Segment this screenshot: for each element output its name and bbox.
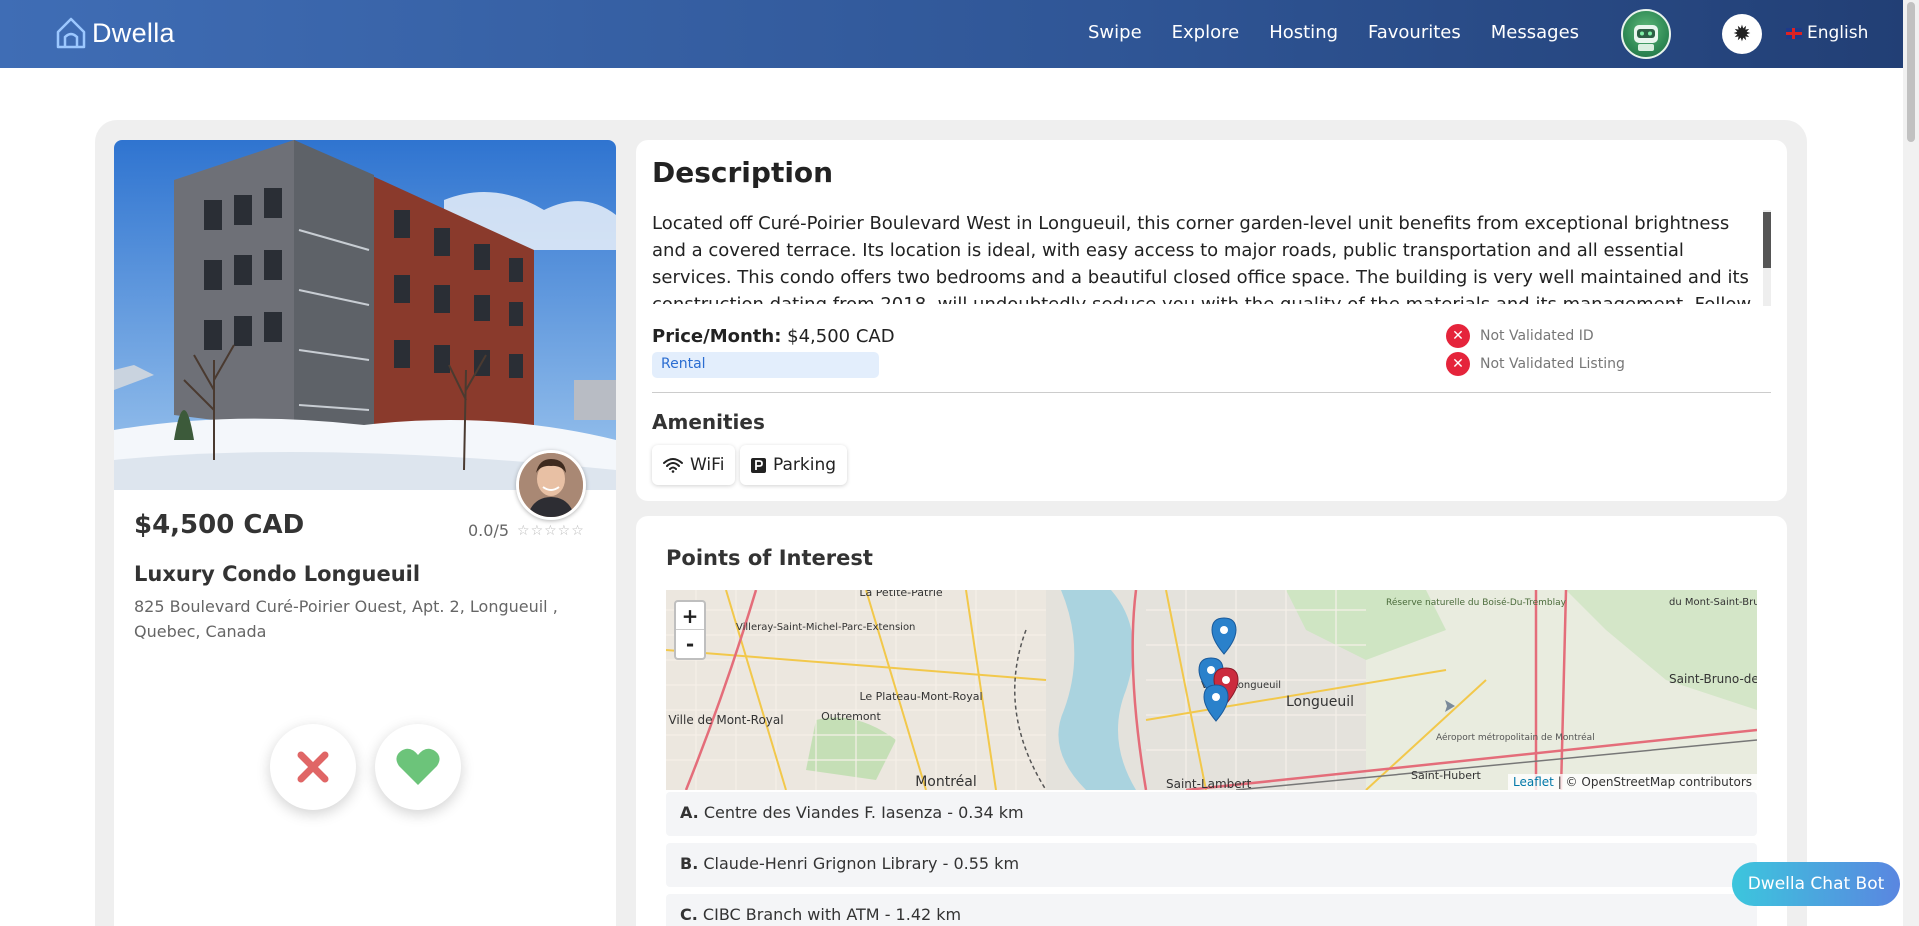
listing-status-label: Not Validated Listing bbox=[1480, 356, 1625, 372]
listing-validation-status: ✕ Not Validated Listing bbox=[1446, 352, 1625, 376]
listing-title: Luxury Condo Longueuil bbox=[134, 562, 421, 586]
rating-value: 0.0/5 bbox=[468, 521, 510, 540]
map-label: Le Plateau-Mont-Royal bbox=[859, 690, 982, 703]
amenity-label: WiFi bbox=[690, 455, 725, 475]
map-label: Longueuil bbox=[1286, 694, 1354, 710]
amenity-wifi: WiFi bbox=[652, 445, 736, 485]
poi-list-item: A. Centre des Viandes F. Iasenza - 0.34 … bbox=[666, 792, 1757, 836]
description-card: Description Located off Curé-Poirier Bou… bbox=[636, 140, 1787, 501]
chat-bot-button[interactable]: Dwella Chat Bot bbox=[1732, 862, 1900, 906]
wifi-icon bbox=[663, 458, 683, 473]
map-label: Montréal bbox=[915, 774, 977, 790]
heart-icon bbox=[396, 748, 440, 785]
amenity-label: Parking bbox=[773, 455, 837, 475]
description-text: Located off Curé-Poirier Boulevard West … bbox=[652, 213, 1751, 304]
id-status-label: Not Validated ID bbox=[1480, 328, 1594, 344]
amenity-parking: Parking bbox=[740, 445, 848, 485]
poi-letter: B. bbox=[680, 854, 699, 873]
map-label: Saint-Hubert bbox=[1411, 769, 1482, 782]
map-label: Outremont bbox=[821, 710, 881, 723]
house-icon bbox=[56, 17, 86, 49]
error-x-icon: ✕ bbox=[1446, 352, 1470, 376]
uk-flag-icon bbox=[1786, 27, 1802, 39]
poi-letter: A. bbox=[680, 803, 699, 822]
poi-list-item: B. Claude-Henri Grignon Library - 0.55 k… bbox=[666, 843, 1757, 887]
page-scrollbar[interactable] bbox=[1903, 0, 1919, 926]
dwella-logo[interactable]: Dwella bbox=[54, 16, 175, 50]
points-of-interest-card: Points of Interest La Petite-Patrie Vill… bbox=[636, 516, 1787, 926]
listing-price: $4,500 CAD bbox=[134, 510, 305, 540]
rating-stars: ☆☆☆☆☆ bbox=[517, 522, 585, 539]
user-avatar[interactable] bbox=[1621, 9, 1671, 59]
nav-explore[interactable]: Explore bbox=[1172, 22, 1240, 43]
zoom-out-button[interactable]: - bbox=[676, 630, 704, 658]
price-month-value: $4,500 CAD bbox=[787, 326, 895, 347]
listing-rating: 0.0/5 ☆☆☆☆☆ bbox=[468, 521, 585, 540]
poi-map[interactable]: La Petite-Patrie Villeray-Saint-Michel-P… bbox=[666, 590, 1757, 790]
host-avatar[interactable] bbox=[516, 450, 586, 520]
osm-attribution: | © OpenStreetMap contributors bbox=[1557, 775, 1752, 789]
poi-heading: Points of Interest bbox=[666, 546, 873, 570]
map-label: Ville de Mont-Royal bbox=[668, 713, 783, 727]
poi-text: Centre des Viandes F. Iasenza - 0.34 km bbox=[703, 803, 1024, 822]
close-icon bbox=[297, 751, 329, 783]
error-x-icon: ✕ bbox=[1446, 324, 1470, 348]
amenities-heading: Amenities bbox=[652, 410, 765, 434]
nav-swipe[interactable]: Swipe bbox=[1088, 22, 1142, 43]
listing-photo bbox=[114, 140, 616, 490]
description-scrollbar[interactable] bbox=[1763, 210, 1771, 306]
top-navbar: Dwella Swipe Explore Hosting Favourites … bbox=[0, 0, 1903, 68]
description-heading: Description bbox=[652, 156, 834, 189]
poi-text: CIBC Branch with ATM - 1.42 km bbox=[702, 905, 962, 924]
map-label: La Petite-Patrie bbox=[859, 590, 943, 599]
sun-icon: ✹ bbox=[1732, 21, 1752, 47]
robot-avatar-icon bbox=[1634, 25, 1658, 51]
nav-messages[interactable]: Messages bbox=[1491, 22, 1579, 43]
divider bbox=[652, 392, 1771, 393]
map-attribution: Leaflet | © OpenStreetMap contributors bbox=[1508, 774, 1757, 790]
parking-icon bbox=[751, 457, 766, 473]
language-selector[interactable]: English bbox=[1786, 23, 1868, 43]
reject-button[interactable] bbox=[270, 724, 356, 810]
map-label: du Mont-Saint-Bruno bbox=[1669, 597, 1757, 608]
map-label: Saint-Lambert bbox=[1166, 777, 1252, 790]
main-nav: Swipe Explore Hosting Favourites Message… bbox=[1088, 22, 1579, 43]
map-label: Aéroport métropolitain de Montréal bbox=[1436, 732, 1595, 743]
map-label: Réserve naturelle du Boisé-Du-Tremblay bbox=[1386, 597, 1567, 608]
poi-letter: C. bbox=[680, 905, 698, 924]
nav-favourites[interactable]: Favourites bbox=[1368, 22, 1461, 43]
map-label: Saint-Bruno-de-Montarville bbox=[1669, 672, 1757, 686]
price-per-month: Price/Month: $4,500 CAD bbox=[652, 326, 895, 347]
language-label: English bbox=[1807, 23, 1869, 43]
like-button[interactable] bbox=[375, 724, 461, 810]
price-month-label: Price/Month: bbox=[652, 326, 782, 347]
theme-toggle-button[interactable]: ✹ bbox=[1722, 14, 1762, 54]
poi-text: Claude-Henri Grignon Library - 0.55 km bbox=[703, 854, 1020, 873]
rental-badge: Rental bbox=[652, 352, 879, 378]
map-zoom-control: + - bbox=[674, 600, 706, 660]
id-validation-status: ✕ Not Validated ID bbox=[1446, 324, 1594, 348]
leaflet-link[interactable]: Leaflet bbox=[1513, 775, 1554, 789]
zoom-in-button[interactable]: + bbox=[676, 602, 704, 630]
logo-text: Dwella bbox=[92, 17, 175, 48]
poi-list-item: C. CIBC Branch with ATM - 1.42 km bbox=[666, 894, 1757, 926]
listing-address: 825 Boulevard Curé-Poirier Ouest, Apt. 2… bbox=[134, 597, 558, 641]
nav-hosting[interactable]: Hosting bbox=[1269, 22, 1338, 43]
map-label: Villeray-Saint-Michel-Parc-Extension bbox=[736, 622, 915, 633]
